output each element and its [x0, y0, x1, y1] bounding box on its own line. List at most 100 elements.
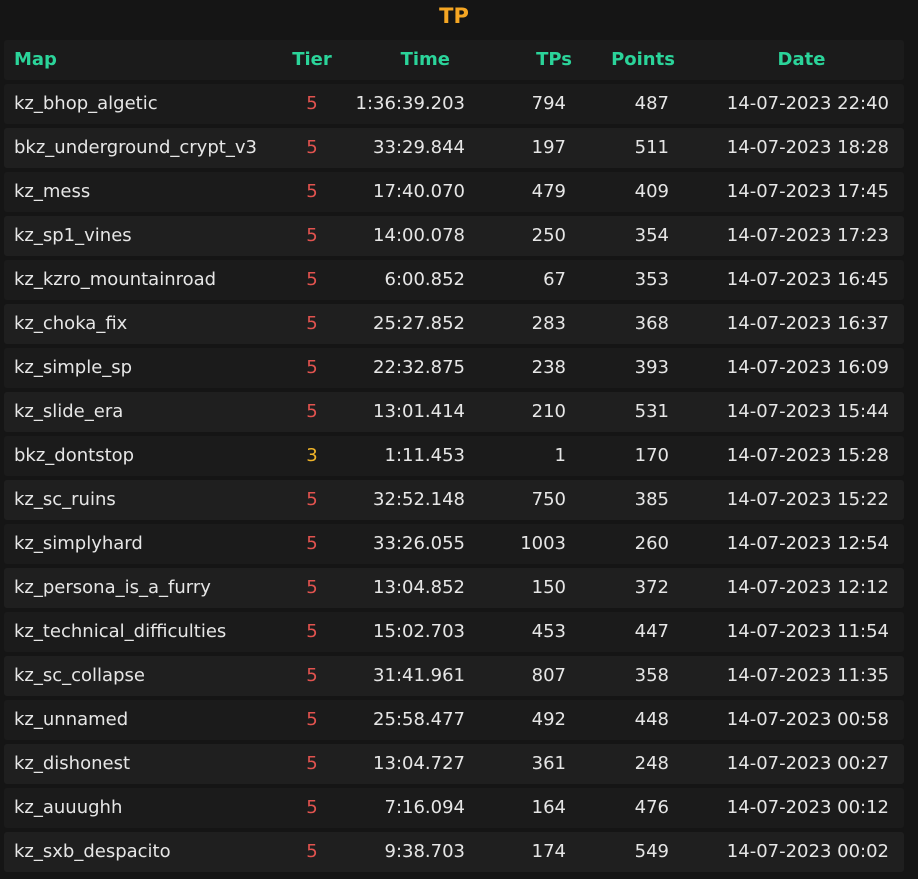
map-name-cell[interactable]: kz_simplyhard	[14, 524, 143, 564]
time-cell: 13:01.414	[373, 401, 465, 422]
points-cell: 358	[634, 665, 669, 686]
map-name-cell[interactable]: bkz_underground_crypt_v3	[14, 128, 257, 168]
time-cell: 25:58.477	[373, 709, 465, 730]
tps-cell: 453	[531, 621, 566, 642]
map-name-cell[interactable]: kz_unnamed	[14, 700, 128, 740]
tier-cell: 3	[306, 445, 318, 466]
column-header-tier[interactable]: Tier	[284, 40, 340, 80]
tps-cell: 250	[531, 225, 566, 246]
time-cell: 15:02.703	[373, 621, 465, 642]
table-row: kz_bhop_algetic 5 1:36:39.203 794 487 14-07-2…	[4, 84, 904, 124]
map-name-cell[interactable]: kz_sxb_despacito	[14, 832, 171, 872]
map-name-cell[interactable]: kz_sc_collapse	[14, 656, 145, 696]
map-name-cell[interactable]: kz_persona_is_a_furry	[14, 568, 211, 608]
table-row: kz_choka_fix 5 25:27.852 283 368 14-07-2023 1…	[4, 304, 904, 344]
column-header-map[interactable]: Map	[14, 40, 57, 80]
table-row: kz_simple_sp 5 22:32.875 238 393 14-07-2023 1…	[4, 348, 904, 388]
time-cell: 1:36:39.203	[355, 93, 465, 114]
map-name-cell[interactable]: kz_kzro_mountainroad	[14, 260, 216, 300]
table-row: kz_kzro_mountainroad 5 6:00.852 67 353 14-07-…	[4, 260, 904, 300]
time-cell: 33:29.844	[373, 137, 465, 158]
table-row: kz_sc_ruins 5 32:52.148 750 385 14-07-2023 15…	[4, 480, 904, 520]
date-cell: 14-07-2023 16:09	[726, 357, 889, 378]
tier-cell: 5	[306, 181, 318, 202]
tier-cell: 5	[306, 665, 318, 686]
points-cell: 448	[634, 709, 669, 730]
tps-cell: 67	[543, 269, 566, 290]
tps-cell: 164	[531, 797, 566, 818]
points-cell: 353	[634, 269, 669, 290]
date-cell: 14-07-2023 16:37	[726, 313, 889, 334]
tps-cell: 150	[531, 577, 566, 598]
time-cell: 25:27.852	[373, 313, 465, 334]
column-header-points[interactable]: Points	[595, 40, 691, 80]
date-cell: 14-07-2023 15:22	[726, 489, 889, 510]
tps-cell: 210	[531, 401, 566, 422]
points-cell: 476	[634, 797, 669, 818]
tps-cell: 750	[531, 489, 566, 510]
map-name-cell[interactable]: kz_dishonest	[14, 744, 130, 784]
records-table: Map Tier Time TPs Points Date kz_bhop_al…	[4, 40, 904, 876]
time-cell: 31:41.961	[373, 665, 465, 686]
map-name-cell[interactable]: kz_slide_era	[14, 392, 123, 432]
tier-cell: 5	[306, 841, 318, 862]
map-name-cell[interactable]: kz_mess	[14, 172, 90, 212]
time-cell: 1:11.453	[384, 445, 466, 466]
date-cell: 14-07-2023 22:40	[726, 93, 889, 114]
map-name-cell[interactable]: kz_choka_fix	[14, 304, 127, 344]
date-cell: 14-07-2023 00:58	[726, 709, 889, 730]
tier-cell: 5	[306, 753, 318, 774]
tier-cell: 5	[306, 489, 318, 510]
date-cell: 14-07-2023 17:45	[726, 181, 889, 202]
points-cell: 487	[634, 93, 669, 114]
table-body: kz_bhop_algetic 5 1:36:39.203 794 487 14-07-2…	[4, 84, 904, 872]
tps-cell: 1	[554, 445, 566, 466]
table-row: kz_slide_era 5 13:01.414 210 531 14-07-2023 1…	[4, 392, 904, 432]
tps-cell: 197	[531, 137, 566, 158]
tier-cell: 5	[306, 709, 318, 730]
column-header-date[interactable]: Date	[719, 40, 884, 80]
tps-cell: 238	[531, 357, 566, 378]
date-cell: 14-07-2023 00:12	[726, 797, 889, 818]
map-name-cell[interactable]: kz_technical_difficulties	[14, 612, 226, 652]
points-cell: 549	[634, 841, 669, 862]
table-row: kz_mess 5 17:40.070 479 409 14-07-2023 17:45	[4, 172, 904, 212]
points-cell: 260	[634, 533, 669, 554]
map-name-cell[interactable]: bkz_dontstop	[14, 436, 134, 476]
time-cell: 7:16.094	[384, 797, 466, 818]
map-name-cell[interactable]: kz_auuughh	[14, 788, 122, 828]
time-cell: 17:40.070	[373, 181, 465, 202]
tps-cell: 492	[531, 709, 566, 730]
points-cell: 447	[634, 621, 669, 642]
date-cell: 14-07-2023 11:54	[726, 621, 889, 642]
map-name-cell[interactable]: kz_bhop_algetic	[14, 84, 158, 124]
time-cell: 33:26.055	[373, 533, 465, 554]
points-cell: 385	[634, 489, 669, 510]
date-cell: 14-07-2023 15:44	[726, 401, 889, 422]
page-title: TP	[439, 4, 469, 28]
date-cell: 14-07-2023 17:23	[726, 225, 889, 246]
points-cell: 354	[634, 225, 669, 246]
date-cell: 14-07-2023 18:28	[726, 137, 889, 158]
points-cell: 531	[634, 401, 669, 422]
map-name-cell[interactable]: kz_simple_sp	[14, 348, 132, 388]
tier-cell: 5	[306, 621, 318, 642]
points-cell: 248	[634, 753, 669, 774]
table-row: kz_auuughh 5 7:16.094 164 476 14-07-2023 00:1…	[4, 788, 904, 828]
table-row: kz_technical_difficulties 5 15:02.703 453 44…	[4, 612, 904, 652]
column-header-time[interactable]: Time	[340, 40, 450, 80]
map-name-cell[interactable]: kz_sp1_vines	[14, 216, 132, 256]
tier-cell: 5	[306, 313, 318, 334]
tier-cell: 5	[306, 401, 318, 422]
tps-cell: 283	[531, 313, 566, 334]
tier-cell: 5	[306, 533, 318, 554]
map-name-cell[interactable]: kz_sc_ruins	[14, 480, 116, 520]
column-header-tps[interactable]: TPs	[476, 40, 572, 80]
tier-cell: 5	[306, 93, 318, 114]
tier-cell: 5	[306, 269, 318, 290]
points-cell: 393	[634, 357, 669, 378]
points-cell: 372	[634, 577, 669, 598]
date-cell: 14-07-2023 00:27	[726, 753, 889, 774]
time-cell: 6:00.852	[384, 269, 466, 290]
table-row: kz_simplyhard 5 33:26.055 1003 260 14-07-2023…	[4, 524, 904, 564]
